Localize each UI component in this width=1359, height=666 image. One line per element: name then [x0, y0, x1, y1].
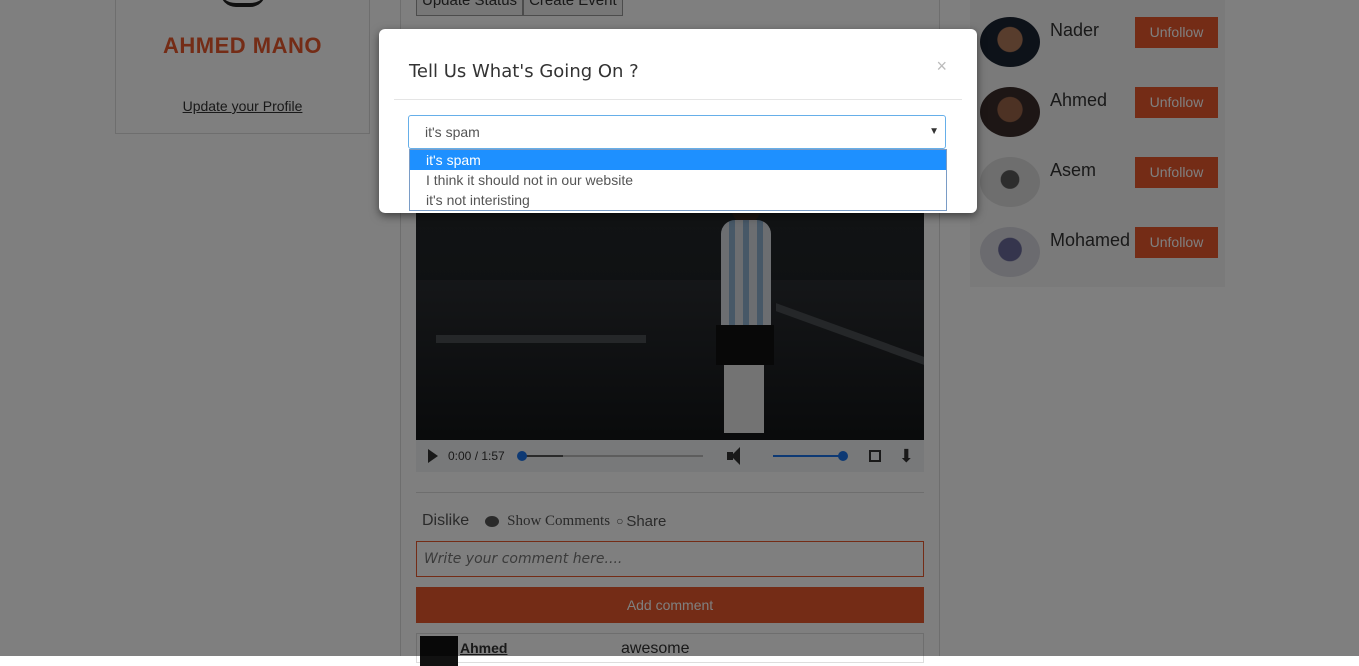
modal-divider [394, 99, 962, 100]
chevron-down-icon: ▼ [929, 126, 939, 137]
select-option[interactable]: I think it should not in our website [410, 170, 946, 190]
select-current-value: it's spam [425, 124, 480, 140]
report-reason-select[interactable]: it's spam ▼ [408, 115, 946, 149]
select-dropdown-list: it's spam I think it should not in our w… [409, 149, 947, 211]
report-modal: Tell Us What's Going On ? × it's spam ▼ … [379, 29, 977, 213]
close-icon[interactable]: × [936, 56, 947, 77]
modal-title: Tell Us What's Going On ? [409, 61, 639, 82]
select-option[interactable]: it's not interisting [410, 190, 946, 210]
select-option[interactable]: it's spam [410, 150, 946, 170]
